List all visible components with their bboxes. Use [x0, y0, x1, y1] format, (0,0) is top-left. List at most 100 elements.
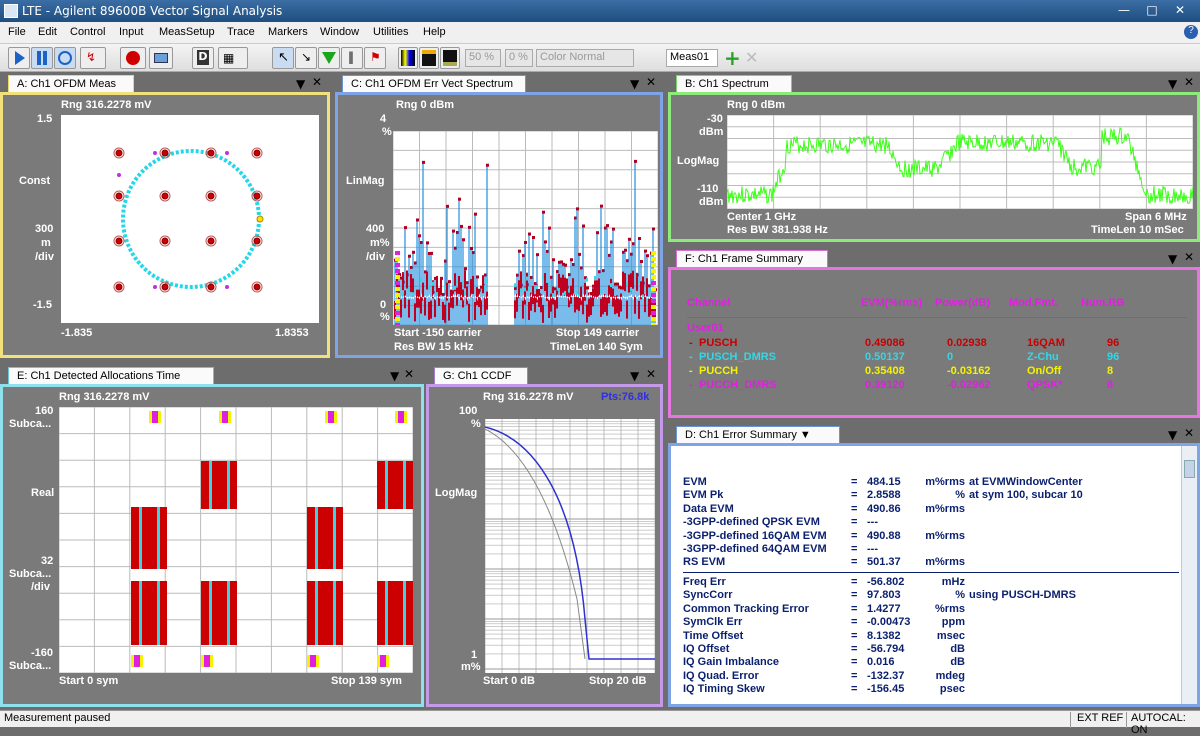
- panel-b-close-icon[interactable]: ✕: [1184, 75, 1194, 89]
- metric-unit: %: [907, 489, 965, 501]
- color-mode-select[interactable]: Color Normal: [536, 49, 634, 67]
- loop-icon: [58, 51, 72, 65]
- panel-f-menu-icon[interactable]: ▼: [1168, 252, 1177, 266]
- menu-window[interactable]: Window: [320, 26, 359, 38]
- menu-trace[interactable]: Trace: [227, 26, 255, 38]
- y-format-label: Const: [19, 175, 50, 187]
- tab-spectrum[interactable]: B: Ch1 Spectrum: [676, 75, 792, 93]
- data-button[interactable]: D: [192, 47, 214, 69]
- continuous-button[interactable]: [54, 47, 76, 69]
- band-marker-button[interactable]: ‖: [341, 47, 363, 69]
- panel-error-summary: EVM484.15m%rmsat EVMWindowCenter=EVM Pk2…: [668, 443, 1200, 707]
- menu-input[interactable]: Input: [119, 26, 143, 38]
- pause-icon: [43, 51, 47, 65]
- menu-edit[interactable]: Edit: [38, 26, 57, 38]
- row-bullet: -: [689, 351, 693, 363]
- persistence-button[interactable]: [440, 47, 460, 69]
- tab-error-summary[interactable]: D: Ch1 Error Summary ▼: [676, 426, 840, 444]
- tab-frame-summary[interactable]: F: Ch1 Frame Summary: [676, 250, 828, 268]
- menu-bar: File Edit Control Input MeasSetup Trace …: [0, 22, 1200, 44]
- play-icon: [15, 51, 25, 65]
- metric-value: -132.37: [867, 670, 904, 682]
- measurement-select[interactable]: Meas01: [666, 49, 718, 67]
- menu-meassetup[interactable]: MeasSetup: [159, 26, 215, 38]
- tab-ccdf[interactable]: G: Ch1 CCDF: [434, 367, 528, 385]
- menu-control[interactable]: Control: [70, 26, 105, 38]
- menu-file[interactable]: File: [8, 26, 26, 38]
- metric-name: -3GPP-defined QPSK EVM: [683, 516, 820, 528]
- panel-e-close-icon[interactable]: ✕: [404, 367, 414, 381]
- decay-percent-field[interactable]: 0 %: [505, 49, 533, 67]
- trigger-button[interactable]: ↯: [80, 47, 106, 69]
- layout-button[interactable]: ▦: [218, 47, 248, 69]
- panel-a-close-icon[interactable]: ✕: [312, 75, 322, 89]
- equals-sign: =: [851, 643, 857, 655]
- spectrum-plot[interactable]: [727, 115, 1193, 209]
- delete-measurement-icon[interactable]: ✕: [745, 48, 758, 67]
- marker-icon: [322, 52, 336, 64]
- range-label: Rng 316.2278 mV: [483, 391, 574, 403]
- add-measurement-icon[interactable]: +: [724, 46, 741, 70]
- panel-c-close-icon[interactable]: ✕: [646, 75, 656, 89]
- minimize-icon[interactable]: —: [1112, 3, 1136, 19]
- range-label: Rng 316.2278 mV: [61, 99, 152, 111]
- equals-sign: =: [851, 516, 857, 528]
- peak-marker-button[interactable]: ⚑: [364, 47, 386, 69]
- metric-extra: at sym 100, subcar 10: [969, 489, 1083, 501]
- err-vect-plot[interactable]: [393, 131, 658, 325]
- tab-detected-allocations[interactable]: E: Ch1 Detected Allocations Time: [8, 367, 214, 385]
- metric-unit: %rms: [907, 603, 965, 615]
- metric-value: 490.88: [867, 530, 901, 542]
- metric-value: 484.15: [867, 476, 901, 488]
- constellation-plot[interactable]: [61, 115, 319, 323]
- panel-g-close-icon[interactable]: ✕: [646, 367, 656, 381]
- metric-unit: mdeg: [907, 670, 965, 682]
- menu-markers[interactable]: Markers: [268, 26, 308, 38]
- metric-value: 1.4277: [867, 603, 901, 615]
- marker-button[interactable]: [318, 47, 340, 69]
- close-icon[interactable]: ✕: [1168, 3, 1192, 19]
- play-button[interactable]: [8, 47, 30, 69]
- panel-e-menu-icon[interactable]: ▼: [390, 369, 399, 383]
- maximize-icon[interactable]: □: [1140, 3, 1164, 19]
- record-button[interactable]: [120, 47, 146, 69]
- toolbar: ↯ D ▦ ↖ ↘ ‖ ⚑ 50 % 0 % Color Normal Meas…: [0, 44, 1200, 72]
- tab-err-vect-spectrum[interactable]: C: Ch1 OFDM Err Vect Spectrum: [342, 75, 526, 93]
- row-bullet: -: [689, 379, 693, 391]
- density-button[interactable]: [419, 47, 439, 69]
- panel-g-menu-icon[interactable]: ▼: [630, 369, 639, 383]
- constellation-svg: [61, 115, 319, 323]
- ccdf-plot[interactable]: [485, 419, 655, 673]
- pointer-icon: ↖: [278, 50, 289, 65]
- panel-c-menu-icon[interactable]: ▼: [630, 77, 639, 91]
- scrollbar-thumb[interactable]: [1184, 460, 1195, 478]
- panel-a-menu-icon[interactable]: ▼: [296, 77, 305, 91]
- metric-value: -56.794: [867, 643, 904, 655]
- help-icon[interactable]: ?: [1184, 25, 1198, 39]
- persistence-percent-field[interactable]: 50 %: [465, 49, 501, 67]
- spectrogram-button[interactable]: [398, 47, 418, 69]
- scrollbar[interactable]: [1181, 446, 1197, 704]
- playback-button[interactable]: [149, 47, 173, 69]
- metric-unit: psec: [907, 683, 965, 695]
- allocations-plot[interactable]: [59, 407, 413, 673]
- equals-sign: =: [851, 530, 857, 542]
- metric-unit: dB: [907, 643, 965, 655]
- select-pointer-button[interactable]: ↖: [272, 47, 294, 69]
- metric-value: 97.803: [867, 589, 901, 601]
- start-label: Start 0 dB: [483, 675, 535, 687]
- panel-f-close-icon[interactable]: ✕: [1184, 250, 1194, 264]
- err-vect-svg: [393, 131, 658, 325]
- metric-unit: mHz: [907, 576, 965, 588]
- panel-b-menu-icon[interactable]: ▼: [1168, 77, 1177, 91]
- menu-utilities[interactable]: Utilities: [373, 26, 408, 38]
- tab-ofdm-meas[interactable]: A: Ch1 OFDM Meas: [8, 75, 134, 93]
- panel-d-menu-icon[interactable]: ▼: [1168, 428, 1177, 442]
- tab-dropdown-icon[interactable]: ▼: [800, 429, 811, 441]
- summary-channel: PUSCH: [699, 337, 738, 349]
- metric-name: Freq Err: [683, 576, 726, 588]
- zoom-pointer-button[interactable]: ↘: [295, 47, 317, 69]
- pause-button[interactable]: [31, 47, 53, 69]
- menu-help[interactable]: Help: [423, 26, 446, 38]
- panel-d-close-icon[interactable]: ✕: [1184, 426, 1194, 440]
